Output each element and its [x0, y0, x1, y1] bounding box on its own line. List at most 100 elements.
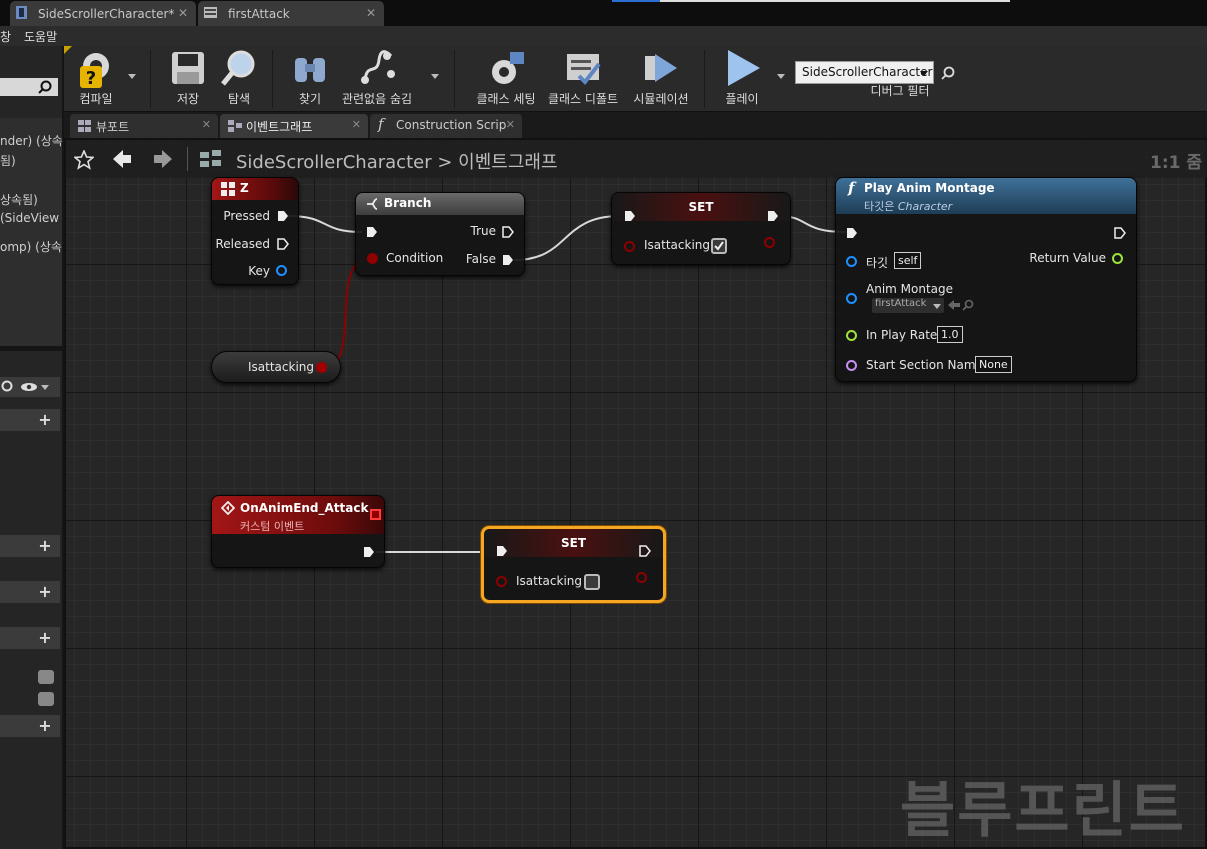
component-row[interactable]: nder) (상속 — [0, 132, 63, 149]
node-title: Play Anim Montage — [864, 181, 995, 195]
collapse-icon[interactable] — [38, 692, 54, 706]
chevron-down-icon[interactable] — [920, 71, 928, 76]
play-button[interactable]: 플레이 — [718, 48, 766, 107]
save-button[interactable]: 저장 — [168, 48, 208, 107]
exec-input-pin[interactable] — [846, 227, 858, 239]
isattacking-output-pin[interactable] — [636, 572, 647, 583]
exec-pin-true[interactable] — [502, 226, 514, 238]
close-icon[interactable]: ✕ — [506, 118, 515, 131]
branch-node[interactable]: Branch Condition True False — [355, 192, 525, 276]
eye-icon[interactable] — [20, 382, 38, 392]
simulation-button[interactable]: 시뮬레이션 — [628, 48, 694, 107]
target-input-pin[interactable] — [846, 256, 857, 267]
use-selected-arrow-icon[interactable] — [948, 299, 960, 311]
breadcrumb-root[interactable]: SideScrollerCharacter — [236, 152, 432, 173]
exec-output-pin[interactable] — [363, 546, 375, 558]
isattacking-output-pin[interactable] — [316, 362, 327, 373]
back-arrow-icon[interactable] — [112, 149, 132, 169]
add-icon[interactable]: + — [37, 584, 53, 600]
pin-label-condition: Condition — [386, 251, 444, 265]
component-row[interactable]: (SideView — [0, 211, 59, 225]
exec-output-pin[interactable] — [767, 210, 779, 222]
exec-output-pin[interactable] — [639, 545, 651, 557]
splitter[interactable] — [0, 346, 62, 351]
exec-output-pin[interactable] — [1114, 227, 1126, 239]
tab-viewport[interactable]: 뷰포트 ✕ — [70, 114, 218, 138]
exec-input-pin[interactable] — [624, 210, 636, 222]
play-rate-input-pin[interactable] — [846, 330, 857, 341]
add-icon[interactable]: + — [37, 630, 53, 646]
pin-label-released: Released — [215, 237, 270, 251]
doc-tab-firstattack[interactable]: firstAttack ✕ — [198, 1, 384, 26]
tab-construction-script[interactable]: f Construction Scrip ✕ — [370, 114, 522, 138]
close-icon[interactable]: ✕ — [202, 118, 211, 131]
find-button[interactable]: 찾기 — [286, 48, 334, 107]
close-icon[interactable]: ✕ — [366, 6, 376, 20]
pin-label-pressed: Pressed — [223, 209, 270, 223]
play-options-chevron-icon[interactable] — [777, 74, 785, 79]
compile-button[interactable]: ? 컴파일 — [70, 48, 122, 107]
component-row[interactable]: 상속됨) — [0, 191, 38, 208]
isattacking-get-node[interactable]: Isattacking — [211, 351, 341, 383]
anim-montage-select[interactable]: firstAttack — [872, 298, 944, 313]
debug-search-icon[interactable] — [941, 66, 955, 80]
start-section-field[interactable]: None — [975, 356, 1012, 373]
isattacking-checkbox[interactable] — [584, 574, 600, 590]
add-icon[interactable]: + — [37, 412, 53, 428]
tab-event-graph[interactable]: 이벤트그래프 ✕ — [220, 114, 368, 138]
target-value-field[interactable]: self — [894, 252, 922, 269]
key-output-pin[interactable] — [276, 265, 287, 276]
exec-pin-pressed[interactable] — [277, 210, 289, 222]
browse-button[interactable]: 탐색 — [218, 48, 260, 107]
onanimend-attack-event-node[interactable]: OnAnimEnd_Attack 커스텀 이벤트 — [211, 495, 385, 568]
add-icon[interactable]: + — [37, 538, 53, 554]
node-title: SET — [688, 200, 714, 214]
component-row[interactable]: 됨) — [0, 152, 16, 169]
close-icon[interactable]: ✕ — [178, 6, 188, 20]
isattacking-input-pin[interactable] — [496, 576, 507, 587]
anim-montage-value: firstAttack — [875, 298, 927, 309]
start-section-input-pin[interactable] — [846, 360, 857, 371]
set-isattacking-false-node[interactable]: SET Isattacking — [481, 526, 666, 603]
exec-input-pin[interactable] — [496, 545, 508, 557]
isattacking-input-pin[interactable] — [624, 241, 635, 252]
variable-label: Isattacking — [516, 574, 583, 588]
condition-input-pin[interactable] — [367, 253, 378, 264]
isattacking-output-pin[interactable] — [764, 237, 775, 248]
play-anim-montage-node[interactable]: f Play Anim Montage 타깃은 Character 타깃 sel… — [835, 177, 1137, 382]
exec-pin-false[interactable] — [502, 254, 514, 266]
set-isattacking-true-node[interactable]: SET Isattacking — [611, 192, 791, 265]
debug-object-select[interactable]: SideScrollerCharacter — [795, 61, 934, 84]
class-settings-button[interactable]: 클래스 세팅 — [470, 48, 542, 107]
hide-options-chevron-icon[interactable] — [431, 74, 439, 79]
return-value-pin[interactable] — [1112, 253, 1123, 264]
node-title: Branch — [384, 196, 432, 210]
divider — [187, 147, 188, 171]
component-row[interactable]: omp) (상속 — [0, 238, 62, 255]
compile-options-chevron-icon[interactable] — [128, 74, 136, 79]
delegate-output-pin[interactable] — [370, 509, 381, 520]
exec-input-pin[interactable] — [366, 226, 378, 238]
menu-item-window[interactable]: 창 — [0, 28, 11, 45]
chevron-down-icon[interactable] — [41, 385, 49, 390]
add-icon[interactable]: + — [37, 718, 53, 734]
z-key-event-node[interactable]: Z Pressed Released Key — [211, 177, 299, 285]
play-rate-field[interactable]: 1.0 — [937, 326, 963, 343]
browse-asset-search-icon[interactable] — [962, 299, 974, 311]
class-defaults-button[interactable]: 클래스 디폴트 — [544, 48, 622, 107]
collapse-icon[interactable] — [38, 670, 54, 684]
forward-arrow-icon[interactable] — [153, 149, 173, 169]
menu-item-help[interactable]: 도움말 — [24, 28, 57, 45]
exec-pin-released[interactable] — [277, 238, 289, 250]
close-icon[interactable]: ✕ — [352, 118, 361, 131]
pin-label-start-section: Start Section Name — [866, 358, 983, 372]
isattacking-checkbox[interactable] — [711, 238, 727, 254]
doc-tab-label: firstAttack — [228, 6, 290, 21]
anim-montage-input-pin[interactable] — [846, 293, 857, 304]
doc-tab-sidescrollercharacter[interactable]: SideScrollerCharacter* ✕ — [10, 1, 196, 26]
hide-unrelated-label: 관련없음 숨김 — [341, 92, 413, 106]
pin-label-true: True — [470, 224, 497, 238]
pin-label-false: False — [465, 252, 496, 266]
star-icon[interactable] — [74, 150, 94, 170]
hide-unrelated-button[interactable]: 관련없음 숨김 — [340, 48, 414, 107]
